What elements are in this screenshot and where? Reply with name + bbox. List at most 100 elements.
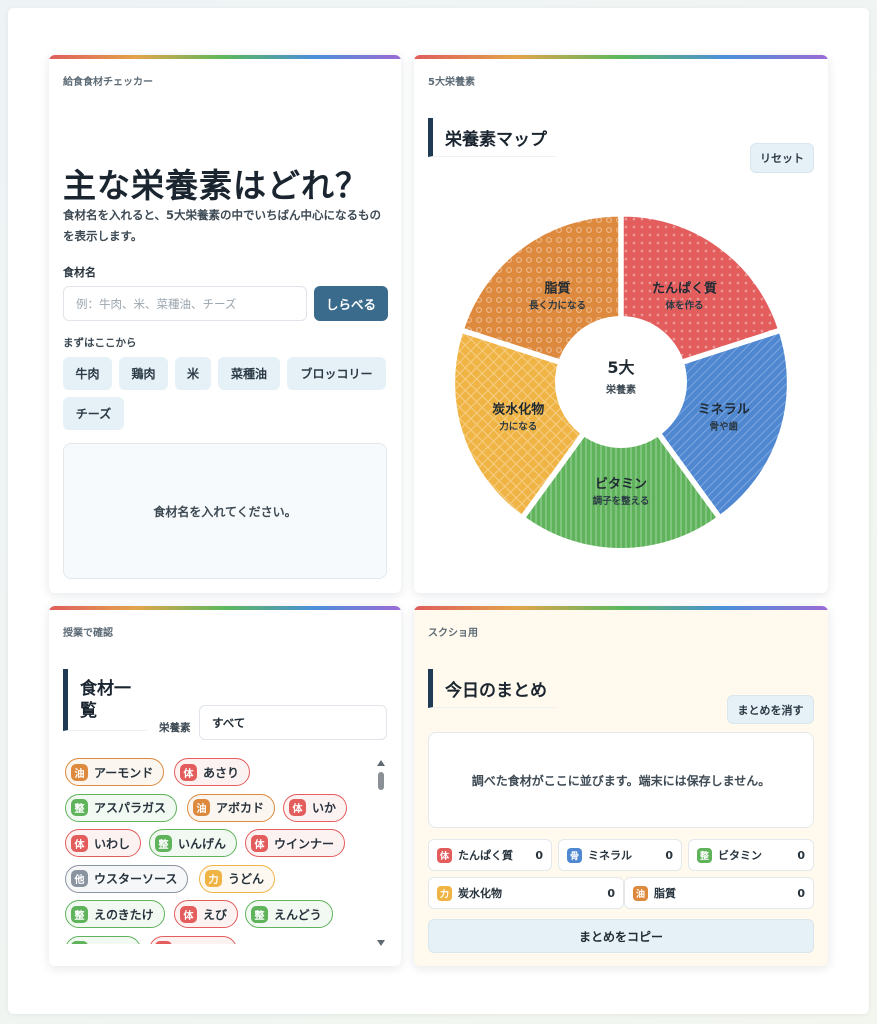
nutrient-filter-select[interactable]: すべて [199,705,387,740]
list-title: 食材一覧 [63,669,147,731]
checker-kicker: 給食食材チェッカー [63,77,153,88]
pie-center-title: 5大 [607,358,634,377]
pie-segment-desc: 力になる [499,420,537,432]
pie-segment-desc: 調子を整える [593,495,650,507]
food-name-label: 食材名 [63,266,96,279]
food-chip-tag: 油 [71,763,88,781]
food-chip[interactable]: 体あさり [174,758,251,786]
food-chip[interactable]: 整 オクラ [65,935,141,944]
food-chip-tag: 整 [155,834,172,852]
nutrient-map-card: 5大栄養素 栄養素マップ リセット 5大 栄養素 たんぱく質 体を作る ミネラル 骨や… [414,55,828,593]
quick-chip[interactable]: ブロッコリー [287,357,386,390]
checker-description: 食材名を入れると、5大栄養素の中でいちばん中心になるものを表示します。 [63,208,382,243]
search-button[interactable]: しらべる [314,286,388,321]
nutrient-count-value: 0 [797,848,805,862]
nutrient-count: 骨ミネラル 0 [558,839,682,871]
pie-segment-label: ミネラル [698,402,750,417]
nutrient-filter-label: 栄養素 [159,722,191,734]
nutrient-count-label: 炭水化物 [458,887,502,900]
nutrient-filter-value: すべて [212,715,246,730]
nutrient-count-value: 0 [665,848,673,862]
scroll-thumb[interactable] [378,772,384,790]
food-chip-label: いわし [94,836,131,851]
nutrient-count-label: 脂質 [654,887,676,900]
quick-chip[interactable]: 牛肉 [63,357,112,390]
nutrient-count-tag: 骨 [567,847,582,863]
food-list: 油アーモンド体あさり整アスパラガス油アボカド体いか体いわし整いんげん体ウインナー… [63,756,369,944]
nutrient-count-value: 0 [535,848,543,862]
nutrient-count: 体たんぱく質 0 [428,839,552,871]
summary-panel: 調べた食材がここに並びます。端末には保存しません。 [428,732,814,828]
food-chip[interactable]: 油アボカド [187,793,276,822]
food-chip-label: ウインナー [274,836,335,851]
food-chip-tag: 力 [205,870,222,887]
food-chip-label: アボカド [216,801,265,815]
food-chip-tag: 整 [251,905,268,923]
food-chip-tag: 体 [289,799,306,816]
food-chip-tag: 他 [71,870,88,887]
pie-segment-label: ビタミン [595,476,647,492]
checker-card: 給食食材チェッカー 主な栄養素はどれ？ 食材名を入れると、5大栄養素の中でいちば… [49,55,401,593]
scroll-down-icon[interactable] [377,940,385,946]
nutrient-count-value: 0 [797,886,805,900]
food-chip[interactable]: 整えんどう [245,900,333,928]
food-list-scrollbar[interactable] [376,758,386,948]
nutrient-count-tag: 整 [697,847,712,863]
clear-summary-button[interactable]: まとめを消す [727,695,814,724]
copy-summary-button[interactable]: まとめをコピー [428,919,814,953]
food-chip-tag: 体 [251,834,268,852]
food-chip-label: アーモンド [94,765,154,780]
food-chip[interactable]: 体いか [283,793,348,822]
pie-segment-label: 炭水化物 [492,401,544,417]
food-chip-label: うどん [228,872,265,886]
food-chip-tag: 油 [193,799,210,816]
quick-chip[interactable]: チーズ [63,397,124,430]
nutrient-pie-chart: 5大 栄養素 たんぱく質体を作るミネラル骨や歯ビタミン調子を整える 炭水化物力にな… [454,215,788,549]
food-chip[interactable]: 整アスパラガス [65,793,178,822]
food-chip[interactable]: 体ウインナー [245,829,346,857]
food-chip-label: オクラ [94,941,130,944]
pie-segment-label: たんぱく質 [652,281,717,297]
food-chip-label: えび [203,907,228,922]
scroll-up-icon[interactable] [377,760,385,766]
nutrient-count: 力炭水化物 0 [428,877,624,909]
nutrient-count-tag: 油 [633,885,648,901]
result-text: 食材名を入れてください。 [153,504,297,519]
food-chip-label: えんどう [274,907,322,922]
food-chip[interactable]: 整いんげん [149,829,238,857]
food-name-placeholder: 例：牛肉、米、菜種油、チーズ [76,296,237,311]
food-chip-tag: 整 [71,905,88,923]
pie-segment-label: 脂質 [544,281,571,297]
food-chip-tag: 体 [71,834,88,852]
result-panel: 食材名を入れてください。 [63,443,387,579]
pie-center [555,316,687,448]
food-chip[interactable]: 油アーモンド [65,758,165,786]
nutrient-count-label: ミネラル [588,849,632,862]
food-chip[interactable]: 体 オレンジ [149,935,238,944]
pie-segment-desc: 体を作る [665,300,703,312]
food-list-card: 授業で確認 食材一覧 栄養素 すべて 油アーモンド体あさり整アスパラガス油アボカ… [49,606,401,966]
quick-start-label: まずはここから [63,337,137,349]
quick-chip[interactable]: 菜種油 [218,357,280,390]
food-chip[interactable]: 体いわし [65,829,142,857]
quick-chip[interactable]: 米 [175,357,211,390]
pie-center-sub: 栄養素 [605,383,636,396]
summary-title: 今日のまとめ [428,669,556,708]
nutrient-count-label: たんぱく質 [458,849,513,862]
food-chip-label: いんげん [178,836,227,851]
pie-segment-desc: 長く力になる [529,300,586,312]
reset-button[interactable]: リセット [750,143,814,173]
nutrient-count-tag: 体 [437,847,452,863]
food-chip-label: あさり [203,765,240,780]
food-chip-tag: 整 [71,941,88,944]
nutrient-count-label: ビタミン [718,849,762,862]
food-chip[interactable]: 他ウスターソース [65,864,189,893]
quick-chip[interactable]: 鶏肉 [119,357,168,390]
food-chip-tag: 体 [155,941,172,944]
food-chip[interactable]: 整えのきたけ [65,900,165,928]
map-title: 栄養素マップ [428,118,556,157]
food-chip[interactable]: 体えび [174,900,239,928]
food-name-input[interactable]: 例：牛肉、米、菜種油、チーズ [63,286,307,321]
food-chip[interactable]: 力うどん [199,864,276,893]
nutrient-count: 油脂質 0 [624,877,814,909]
